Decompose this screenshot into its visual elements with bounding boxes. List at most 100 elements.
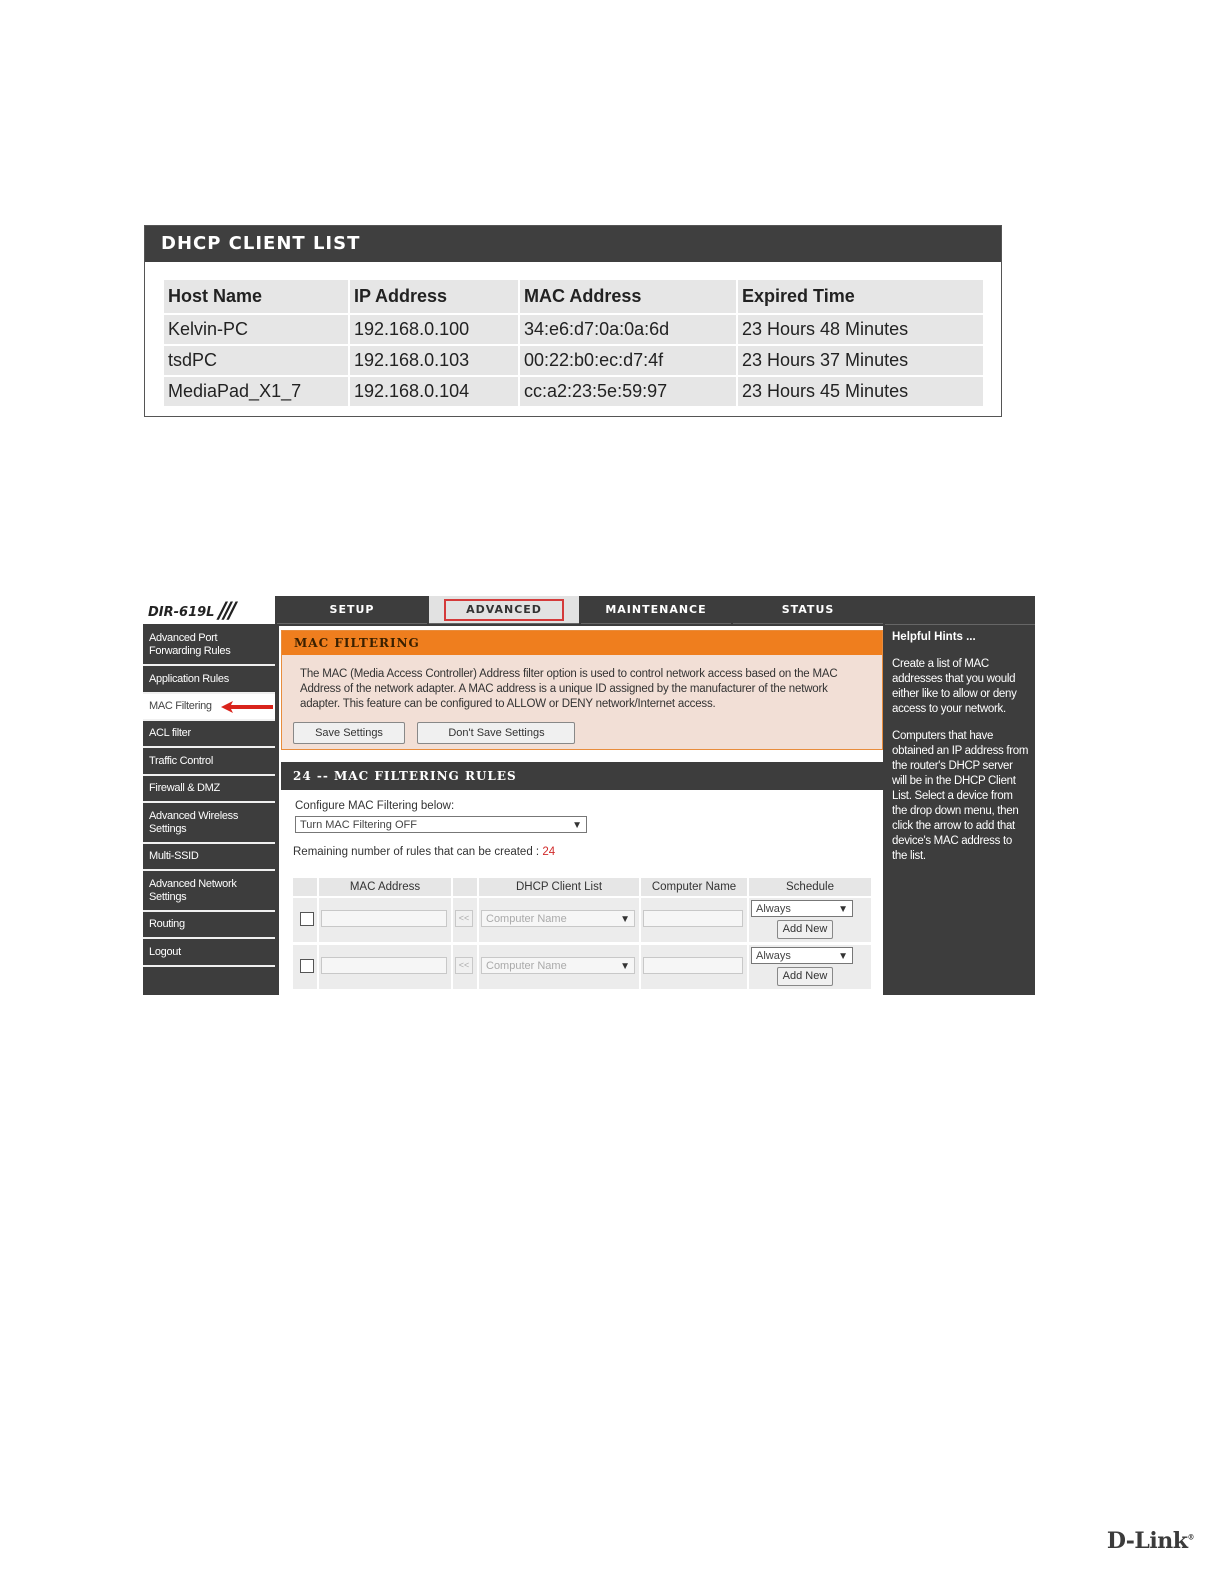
host-name-cell: tsdPC xyxy=(164,346,348,377)
hints-paragraph: Computers that have obtained an IP addre… xyxy=(892,730,1029,862)
dhcp-table: Host Name IP Address MAC Address Expired… xyxy=(162,280,985,408)
helpful-hints-panel: Helpful Hints ... Create a list of MAC a… xyxy=(889,626,1035,995)
mac-filtering-description: The MAC (Media Access Controller) Addres… xyxy=(300,668,838,710)
computer-name-cell xyxy=(641,945,747,989)
checkbox-cell xyxy=(293,945,317,989)
rule-enable-checkbox[interactable] xyxy=(300,959,314,973)
rule-enable-checkbox[interactable] xyxy=(300,912,314,926)
rule-row: << Computer Name ▼ Always ▼ Add New xyxy=(293,898,871,942)
checkbox-cell xyxy=(293,898,317,942)
mac-address-input[interactable] xyxy=(321,910,447,927)
expired-cell: 23 Hours 37 Minutes xyxy=(738,346,983,377)
expired-cell: 23 Hours 48 Minutes xyxy=(738,315,983,346)
tab-bar-filler xyxy=(885,596,1035,625)
sidebar-item-mac-filtering[interactable]: MAC Filtering xyxy=(143,694,275,721)
mac-cell xyxy=(319,898,451,942)
sidebar-item-advanced-network[interactable]: Advanced Network Settings xyxy=(143,871,275,912)
mac-cell: 34:e6:d7:0a:0a:6d xyxy=(520,315,736,346)
col-computer-name: Computer Name xyxy=(641,878,747,896)
schedule-cell: Always ▼ Add New xyxy=(749,898,871,942)
host-name-cell: Kelvin-PC xyxy=(164,315,348,346)
dlink-logo: D-Link® xyxy=(1106,1528,1195,1554)
table-row: tsdPC 192.168.0.103 00:22:b0:ec:d7:4f 23… xyxy=(164,346,983,377)
sidebar-item-multi-ssid[interactable]: Multi-SSID xyxy=(143,844,275,871)
col-mac-address: MAC Address xyxy=(520,280,736,315)
col-mac-address: MAC Address xyxy=(319,878,451,896)
chevron-down-icon: ▼ xyxy=(838,904,848,915)
model-logo: DIR-619L/// xyxy=(143,596,275,624)
col-checkbox xyxy=(293,878,317,896)
computer-name-cell xyxy=(641,898,747,942)
dhcp-client-select[interactable]: Computer Name ▼ xyxy=(481,910,635,927)
chevron-down-icon: ▼ xyxy=(838,951,848,962)
mac-filtering-rules-section: 24 -- MAC FILTERING RULES Configure MAC … xyxy=(281,762,883,995)
remaining-count: 24 xyxy=(542,846,556,858)
dont-save-settings-button[interactable]: Don't Save Settings xyxy=(417,722,576,744)
dhcp-header-row: Host Name IP Address MAC Address Expired… xyxy=(164,280,983,315)
model-name: DIR-619L xyxy=(148,605,215,620)
tab-status[interactable]: STATUS xyxy=(733,596,883,624)
mac-filtering-buttons: Save Settings Don't Save Settings xyxy=(293,722,583,744)
schedule-select[interactable]: Always ▼ xyxy=(751,947,853,964)
add-new-button[interactable]: Add New xyxy=(777,920,833,939)
dhcp-client-select[interactable]: Computer Name ▼ xyxy=(481,957,635,974)
hints-paragraph: Create a list of MAC addresses that you … xyxy=(892,658,1017,715)
hints-title: Helpful Hints ... xyxy=(892,631,976,643)
dhcp-client-list-panel: DHCP CLIENT LIST Host Name IP Address MA… xyxy=(144,225,1002,417)
copy-arrow-button[interactable]: << xyxy=(455,957,473,974)
red-arrow-annotation xyxy=(221,700,273,713)
rules-title: 24 -- MAC FILTERING RULES xyxy=(281,762,883,790)
expired-cell: 23 Hours 45 Minutes xyxy=(738,377,983,408)
sidebar-item-traffic-control[interactable]: Traffic Control xyxy=(143,748,275,776)
remaining-rules-text: Remaining number of rules that can be cr… xyxy=(293,846,555,858)
dhcp-title: DHCP CLIENT LIST xyxy=(145,226,1001,262)
sidebar-item-acl-filter[interactable]: ACL filter xyxy=(143,721,275,748)
router-admin-screenshot: DIR-619L/// SETUP ADVANCED MAINTENANCE S… xyxy=(143,596,1035,995)
ip-cell: 192.168.0.100 xyxy=(350,315,518,346)
chevron-down-icon: ▼ xyxy=(620,961,630,972)
col-ip-address: IP Address xyxy=(350,280,518,315)
mac-filtering-mode-select[interactable]: Turn MAC Filtering OFF ▼ xyxy=(295,816,587,833)
col-copy xyxy=(453,878,477,896)
computer-name-input[interactable] xyxy=(643,957,743,974)
rule-row: << Computer Name ▼ Always ▼ Add New xyxy=(293,945,871,989)
add-new-button[interactable]: Add New xyxy=(777,967,833,986)
save-settings-button[interactable]: Save Settings xyxy=(293,722,405,744)
ip-cell: 192.168.0.103 xyxy=(350,346,518,377)
sidebar-item-routing[interactable]: Routing xyxy=(143,912,275,939)
mac-cell: 00:22:b0:ec:d7:4f xyxy=(520,346,736,377)
chevron-down-icon: ▼ xyxy=(572,820,582,831)
mac-cell: cc:a2:23:5e:59:97 xyxy=(520,377,736,408)
copy-cell: << xyxy=(453,945,477,989)
table-row: MediaPad_X1_7 192.168.0.104 cc:a2:23:5e:… xyxy=(164,377,983,408)
configure-label: Configure MAC Filtering below: xyxy=(295,800,455,812)
sidebar: Advanced Port Forwarding Rules Applicati… xyxy=(143,626,275,967)
client-cell: Computer Name ▼ xyxy=(479,945,639,989)
sidebar-item-application-rules[interactable]: Application Rules xyxy=(143,666,275,694)
ip-cell: 192.168.0.104 xyxy=(350,377,518,408)
col-schedule: Schedule xyxy=(749,878,871,896)
mode-value: Turn MAC Filtering OFF xyxy=(300,819,417,831)
mac-filtering-title: MAC FILTERING xyxy=(282,631,882,655)
tab-setup[interactable]: SETUP xyxy=(277,596,427,624)
col-expired-time: Expired Time xyxy=(738,280,983,315)
host-name-cell: MediaPad_X1_7 xyxy=(164,377,348,408)
top-tabs: SETUP ADVANCED MAINTENANCE STATUS xyxy=(277,596,883,624)
schedule-cell: Always ▼ Add New xyxy=(749,945,871,989)
sidebar-item-advanced-port-forwarding[interactable]: Advanced Port Forwarding Rules xyxy=(143,626,275,666)
copy-arrow-button[interactable]: << xyxy=(455,910,473,927)
sidebar-item-logout[interactable]: Logout xyxy=(143,939,275,967)
mac-cell xyxy=(319,945,451,989)
tab-advanced[interactable]: ADVANCED xyxy=(429,596,579,624)
sidebar-item-firewall-dmz[interactable]: Firewall & DMZ xyxy=(143,776,275,803)
rules-table-header: MAC Address DHCP Client List Computer Na… xyxy=(293,878,871,896)
copy-cell: << xyxy=(453,898,477,942)
mac-filtering-section: MAC FILTERING The MAC (Media Access Cont… xyxy=(281,630,883,750)
remaining-label: Remaining number of rules that can be cr… xyxy=(293,846,540,858)
tab-maintenance[interactable]: MAINTENANCE xyxy=(581,596,731,624)
mac-address-input[interactable] xyxy=(321,957,447,974)
sidebar-item-advanced-wireless[interactable]: Advanced Wireless Settings xyxy=(143,803,275,844)
table-row: Kelvin-PC 192.168.0.100 34:e6:d7:0a:0a:6… xyxy=(164,315,983,346)
computer-name-input[interactable] xyxy=(643,910,743,927)
schedule-select[interactable]: Always ▼ xyxy=(751,900,853,917)
